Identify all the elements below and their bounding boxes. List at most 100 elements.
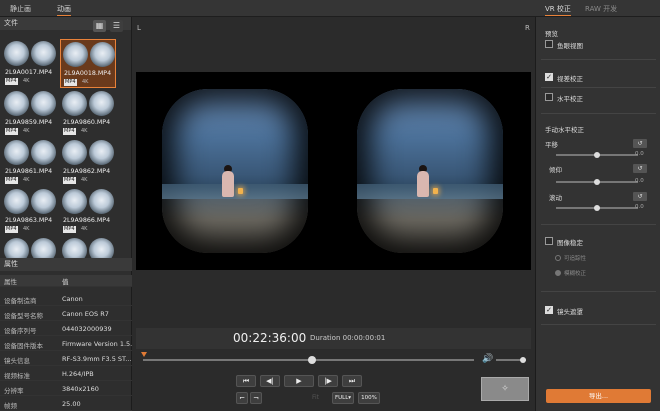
- file-name: 2L9A9860.MP4: [63, 119, 111, 126]
- file-thumb[interactable]: 2L9A9859.MP4 MP4 4K: [2, 89, 58, 138]
- duration-label: Duration 00:00:00:01: [310, 334, 386, 342]
- file-name: 2L9A9859.MP4: [5, 119, 53, 126]
- file-thumb[interactable]: 2L9A9863.MP4 MP4 4K: [2, 187, 58, 236]
- tilt-knob[interactable]: [594, 179, 600, 185]
- resolution-label: 4K: [23, 78, 30, 84]
- property-row: 视频标准 H.264/IPB: [0, 367, 132, 381]
- resolution-label: 4K: [81, 226, 88, 232]
- pan-reset-icon[interactable]: ↺: [633, 139, 647, 148]
- file-name: 2L9A0017.MP4: [5, 69, 53, 76]
- format-badge: MP4: [63, 128, 76, 135]
- fisheye-label: 鱼眼视图: [557, 42, 583, 50]
- property-row: 分辨率 3840x2160: [0, 382, 132, 396]
- property-row: 设备固件版本 Firmware Version 1.5.0: [0, 337, 136, 351]
- divider: [541, 291, 656, 292]
- format-badge: MP4: [63, 226, 76, 233]
- manual-level-label: 手动水平校正: [545, 126, 584, 134]
- mark-in-button[interactable]: ⌐: [236, 392, 248, 404]
- properties-column-header: 属性 值: [0, 275, 132, 287]
- format-badge: MP4: [63, 177, 76, 184]
- format-badge: MP4: [5, 177, 18, 184]
- tilt-value: 0.0: [635, 178, 644, 184]
- seek-knob[interactable]: [307, 356, 316, 364]
- col-value: 值: [62, 278, 69, 286]
- properties-header: 属性: [0, 258, 132, 271]
- file-name: 2L9A9866.MP4: [63, 217, 111, 224]
- properties-title: 属性: [4, 260, 18, 268]
- snapshot-button[interactable]: ✧: [481, 377, 529, 401]
- go-end-button[interactable]: ⏭: [342, 375, 362, 387]
- format-badge: MP4: [64, 79, 77, 86]
- resolution-label: 4K: [23, 226, 30, 232]
- property-row: 镜头信息 RF-S3.9mm F3.5 ST...: [0, 352, 132, 366]
- volume-knob[interactable]: [520, 357, 526, 363]
- files-title: 文件: [4, 19, 18, 27]
- prev-frame-button[interactable]: ◀|: [260, 375, 280, 387]
- vr-correction-panel: 预览 鱼眼视图 ✓ 视差校正 水平校正 手动水平校正 平移 ↺ 0.0 倾仰 ↺…: [535, 17, 660, 411]
- roll-knob[interactable]: [594, 205, 600, 211]
- left-lens-view: [162, 89, 308, 253]
- play-button[interactable]: ▶: [284, 375, 314, 387]
- format-badge: MP4: [5, 226, 18, 233]
- property-row: 设备型号名称 Canon EOS R7: [0, 307, 132, 321]
- file-thumb[interactable]: 2L9A0017.MP4 MP4 4K: [2, 39, 58, 88]
- file-thumb[interactable]: 2L9A9862.MP4 MP4 4K: [60, 138, 116, 187]
- preview-label: 预览: [545, 30, 558, 38]
- file-thumb-selected[interactable]: 2L9A0018.MP4 MP4 4K: [60, 39, 116, 88]
- resolution-label: 4K: [82, 79, 89, 85]
- in-point-marker[interactable]: [141, 352, 147, 357]
- tracking-label: 可追踪性: [564, 256, 587, 262]
- roll-value: 0.0: [635, 204, 644, 210]
- tab-vr-correction[interactable]: VR 校正: [545, 4, 571, 16]
- pan-value: 0.0: [635, 151, 644, 157]
- file-grid: 2L9A0017.MP4 MP4 4K 2L9A0018.MP4 MP4 4K 2L9A…: [2, 39, 130, 261]
- resolution-label: 4K: [23, 177, 30, 183]
- current-time: 00:22:36:00: [233, 331, 307, 345]
- file-name: 2L9A9862.MP4: [63, 168, 111, 175]
- export-button[interactable]: 导出...: [546, 389, 651, 403]
- divider: [541, 59, 656, 60]
- tab-still[interactable]: 静止画: [10, 4, 31, 14]
- parallax-checkbox[interactable]: ✓: [545, 73, 553, 81]
- fit-label: Fit: [312, 394, 320, 401]
- divider: [541, 224, 656, 225]
- col-key: 属性: [4, 278, 17, 286]
- divider: [541, 87, 656, 88]
- format-badge: MP4: [5, 78, 18, 85]
- pan-knob[interactable]: [594, 152, 600, 158]
- tab-raw[interactable]: RAW 开发: [585, 4, 617, 14]
- stabilize-label: 图像稳定: [557, 239, 583, 247]
- roll-label: 滚动: [549, 194, 562, 202]
- zoom-mode-dropdown[interactable]: FULL▾: [332, 392, 354, 404]
- mark-out-button[interactable]: ¬: [250, 392, 262, 404]
- file-thumb[interactable]: 2L9A9866.MP4 MP4 4K: [60, 187, 116, 236]
- stabilize-checkbox[interactable]: [545, 237, 553, 245]
- level-checkbox[interactable]: [545, 93, 553, 101]
- fisheye-checkbox[interactable]: [545, 40, 553, 48]
- list-view-icon[interactable]: ☰: [110, 20, 123, 32]
- lens-mask-checkbox[interactable]: ✓: [545, 306, 553, 314]
- roll-reset-icon[interactable]: ↺: [633, 192, 647, 201]
- format-badge: MP4: [5, 128, 18, 135]
- tilt-reset-icon[interactable]: ↺: [633, 164, 647, 173]
- volume-icon[interactable]: 🔊: [482, 354, 493, 364]
- file-thumb[interactable]: 2L9A9860.MP4 MP4 4K: [60, 89, 116, 138]
- zoom-percent-button[interactable]: 100%: [358, 392, 380, 404]
- lens-mask-label: 镜头遮罩: [557, 308, 583, 316]
- file-thumb[interactable]: 2L9A9861.MP4 MP4 4K: [2, 138, 58, 187]
- time-display: 00:22:36:00 Duration 00:00:00:01: [136, 328, 531, 349]
- next-frame-button[interactable]: |▶: [318, 375, 338, 387]
- resolution-label: 4K: [81, 128, 88, 134]
- blur-label: 模糊校正: [564, 271, 587, 277]
- level-label: 水平校正: [557, 95, 583, 103]
- property-row: 设备制造商 Canon: [0, 292, 132, 306]
- vr-preview[interactable]: [136, 72, 531, 270]
- divider: [541, 324, 656, 325]
- tab-video[interactable]: 动画: [57, 4, 71, 16]
- grid-view-icon[interactable]: ▦: [93, 20, 106, 32]
- property-row: 帧频 25.00: [0, 397, 132, 411]
- tracking-radio[interactable]: [555, 255, 561, 261]
- blur-radio[interactable]: [555, 270, 561, 276]
- go-start-button[interactable]: ⏮: [236, 375, 256, 387]
- right-lens-view: [357, 89, 503, 253]
